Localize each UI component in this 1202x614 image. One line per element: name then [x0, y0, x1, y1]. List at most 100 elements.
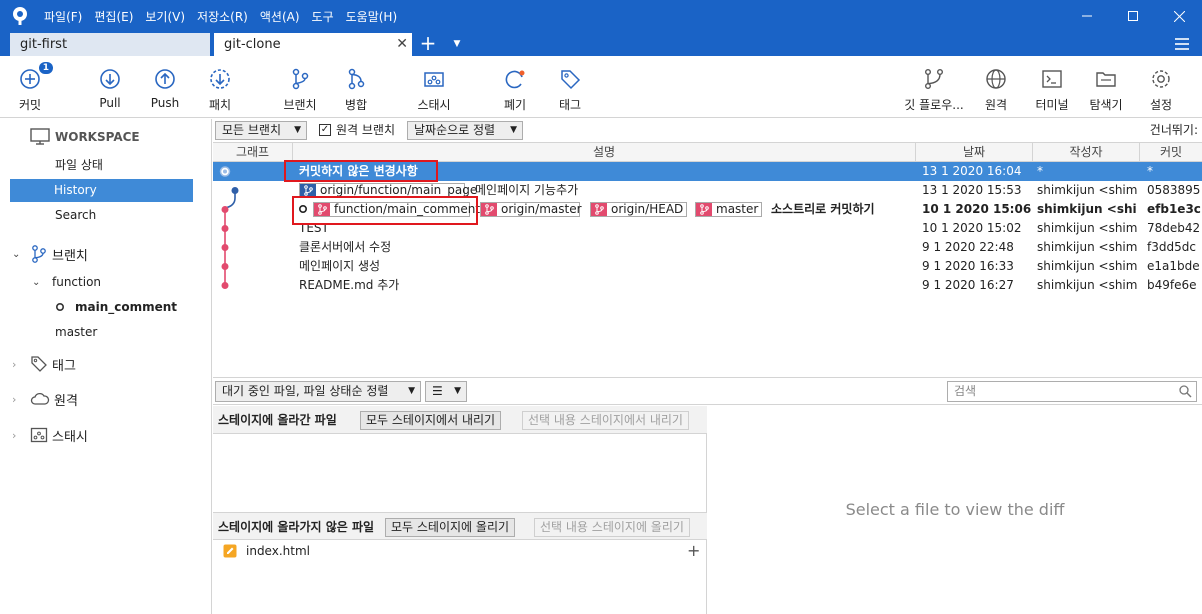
branch-button[interactable]: 브랜치 [280, 56, 320, 118]
new-tab-button[interactable]: + [418, 32, 438, 56]
push-button[interactable]: Push [149, 56, 181, 118]
commit-date: 9 1 2020 16:33 [922, 259, 1014, 273]
minimize-button[interactable] [1064, 0, 1110, 32]
menu-edit[interactable]: 편집(E) [94, 8, 133, 25]
ref-label-remote[interactable]: origin/master [480, 202, 582, 217]
close-tab-icon[interactable]: ✕ [396, 33, 408, 56]
highlight-box-current-branch [292, 196, 478, 225]
commit-row[interactable]: 클론서버에서 수정 9 1 2020 22:48 shimkijun <shim… [213, 238, 1202, 257]
settings-label: 설정 [1149, 98, 1173, 112]
commit-author: shimkijun <shimki [1037, 278, 1137, 292]
stage-file-plus-icon[interactable]: + [687, 541, 700, 561]
terminal-label: 터미널 [1035, 98, 1069, 112]
branch-ref-icon [696, 203, 712, 216]
staged-files-list [213, 434, 707, 512]
menu-help[interactable]: 도움말(H) [346, 8, 398, 25]
explorer-button[interactable]: 탐색기 [1084, 56, 1128, 118]
commit-description: 메인페이지 생성 [299, 259, 381, 273]
commit-hash: b49fe6e [1147, 278, 1197, 292]
all-branches-dropdown[interactable]: 모든 브랜치 ▼ [215, 121, 307, 140]
branch-ref-icon [591, 203, 607, 216]
branch-item-main-comment[interactable]: main_comment [55, 296, 177, 318]
column-date[interactable]: 날짜 [916, 143, 1033, 161]
tab-list-button[interactable]: ▼ [448, 32, 466, 56]
menu-repository[interactable]: 저장소(R) [197, 8, 248, 25]
menu-file[interactable]: 파일(F) [44, 8, 82, 25]
tab-label: git-clone [224, 37, 281, 52]
branch-item-master[interactable]: master [55, 321, 97, 344]
workspace-header: WORKSPACE [30, 127, 140, 147]
stage-all-button[interactable]: 모두 스테이지에 올리기 [385, 518, 516, 537]
commit-row[interactable]: README.md 추가 9 1 2020 16:27 shimkijun <s… [213, 276, 1202, 295]
sidebar-item-file-status[interactable]: 파일 상태 [55, 154, 103, 177]
hamburger-menu-icon[interactable] [1172, 34, 1192, 54]
sidebar-remotes-header[interactable]: › 원격 [12, 388, 78, 410]
ref-label-master[interactable]: master [695, 202, 762, 217]
unstaged-file-item[interactable]: index.html + [213, 541, 707, 563]
column-graph[interactable]: 그래프 [213, 143, 293, 161]
terminal-button[interactable]: 터미널 [1032, 56, 1072, 118]
close-window-button[interactable] [1156, 0, 1202, 32]
tab-git-clone[interactable]: git-clone ✕ [214, 33, 412, 56]
dropdown-label: 대기 중인 파일, 파일 상태순 정렬 [222, 384, 389, 398]
menu-view[interactable]: 보기(V) [145, 8, 185, 25]
globe-icon [986, 69, 1006, 89]
stage-selected-button[interactable]: 선택 내용 스테이지에 올리기 [534, 518, 690, 537]
column-author[interactable]: 작성자 [1033, 143, 1140, 161]
sidebar-item-search[interactable]: Search [55, 204, 96, 227]
remote-branches-checkbox[interactable]: ✓ 원격 브랜치 [319, 121, 395, 138]
menu-actions[interactable]: 액션(A) [260, 8, 300, 25]
file-search-input[interactable]: 검색 [947, 381, 1197, 402]
commit-author: shimkijun <shimk [1037, 202, 1137, 216]
discard-button[interactable]: 폐기 [499, 56, 531, 118]
sidebar-branches-header[interactable]: ⌄ 브랜치 [12, 243, 88, 265]
commit-button[interactable]: 1 커밋 [14, 56, 53, 118]
checkbox-label: 원격 브랜치 [336, 123, 396, 137]
push-arrow-up-icon [155, 69, 175, 89]
branch-folder-function[interactable]: ⌄ function [32, 271, 101, 293]
pull-button[interactable]: Pull [94, 56, 126, 118]
chevron-down-icon: ⌄ [12, 248, 21, 260]
sidebar-tags-header[interactable]: › 태그 [12, 353, 76, 375]
unstage-all-button[interactable]: 모두 스테이지에서 내리기 [360, 411, 502, 430]
staged-files-header: 스테이지에 올라간 파일 모두 스테이지에서 내리기 선택 내용 스테이지에서 … [213, 406, 707, 434]
highlight-box-uncommitted [284, 160, 438, 182]
graph-node-uncommitted-center [223, 169, 227, 174]
staging-pane: 스테이지에 올라간 파일 모두 스테이지에서 내리기 선택 내용 스테이지에서 … [213, 406, 707, 614]
search-placeholder: 검색 [954, 384, 977, 398]
chevron-down-icon: ▼ [408, 386, 415, 396]
sort-dropdown[interactable]: 날짜순으로 정렬 ▼ [407, 121, 523, 140]
tag-button[interactable]: 태그 [554, 56, 586, 118]
maximize-button[interactable] [1110, 0, 1156, 32]
merge-button[interactable]: 병합 [340, 56, 372, 118]
commit-author: * [1037, 164, 1043, 178]
commit-author: shimkijun <shimki [1037, 240, 1137, 254]
unstaged-files-title: 스테이지에 올라가지 않은 파일 [218, 520, 375, 534]
menu-tools[interactable]: 도구 [312, 8, 334, 25]
unstage-selected-button[interactable]: 선택 내용 스테이지에서 내리기 [522, 411, 689, 430]
fetch-label: 패치 [208, 98, 232, 112]
sidebar-item-history[interactable]: History [10, 179, 193, 202]
commit-row[interactable]: 메인페이지 생성 9 1 2020 16:33 shimkijun <shimk… [213, 257, 1202, 276]
folder-icon [1096, 72, 1116, 87]
settings-button[interactable]: 설정 [1145, 56, 1177, 118]
tab-git-first[interactable]: git-first [10, 33, 210, 56]
commit-hash: f3dd5dc [1147, 240, 1196, 254]
git-flow-button[interactable]: 깃 플로우... [896, 56, 972, 118]
plus-icon: + [419, 31, 437, 55]
commit-graph [219, 166, 239, 289]
column-description[interactable]: 설명 [293, 143, 916, 161]
remotes-label: 원격 [54, 393, 78, 409]
view-options-dropdown[interactable]: ☰ ▼ [425, 381, 467, 402]
stash-button[interactable]: 스태시 [414, 56, 454, 118]
column-commit[interactable]: 커밋 [1140, 143, 1202, 161]
ref-label-remote-head[interactable]: origin/HEAD [590, 202, 687, 217]
fetch-button[interactable]: 패치 [204, 56, 236, 118]
pending-files-sort-dropdown[interactable]: 대기 중인 파일, 파일 상태순 정렬 ▼ [215, 381, 421, 402]
sidebar-stashes-header[interactable]: › 스태시 [12, 424, 88, 446]
sidebar: WORKSPACE 파일 상태 History Search ⌄ 브랜치 ⌄ f… [0, 119, 212, 614]
commit-description: 메인페이지 기능추가 [475, 183, 579, 197]
maximize-icon [1128, 11, 1138, 21]
graph-node [221, 263, 229, 270]
remote-button[interactable]: 원격 [980, 56, 1012, 118]
